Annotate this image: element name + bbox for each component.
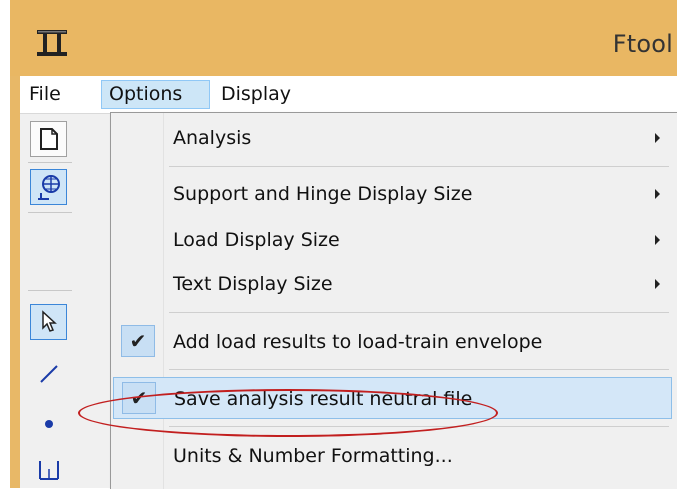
menu-item-support-hinge-size[interactable]: Support and Hinge Display Size [113,173,672,215]
toolbar-divider [28,290,72,291]
menu-item-label: Units & Number Formatting... [173,445,453,467]
node-point-icon [44,420,53,428]
new-file-icon [39,128,58,150]
menu-item-save-neutral-file[interactable]: ✔ Save analysis result neutral file [113,377,672,419]
menu-item-units-number-formatting[interactable]: Units & Number Formatting... [113,435,672,477]
menu-options[interactable]: Options [101,80,210,109]
menu-item-label: Save analysis result neutral file [174,388,473,410]
checkmark-icon: ✔ [121,325,155,357]
menu-separator [169,369,669,370]
menu-item-label: Add load results to load-train envelope [173,331,543,353]
client-area: File Options Display Analysis Support an… [20,76,677,489]
menu-display[interactable]: Display [214,80,314,109]
submenu-arrow-icon [655,133,660,143]
grid-snap-button[interactable] [30,169,67,205]
menu-item-label: Analysis [173,127,252,149]
menu-item-label: Text Display Size [173,273,333,295]
menu-separator [169,166,669,167]
left-toolbar [20,114,116,488]
submenu-arrow-icon [655,189,660,199]
draw-line-button[interactable] [30,356,67,392]
app-window: Ftool File Options Display Analysis Supp… [10,0,677,489]
menu-item-label: Support and Hinge Display Size [173,183,473,205]
menu-item-add-load-results[interactable]: ✔ Add load results to load-train envelop… [113,321,672,363]
draw-line-icon [39,365,58,383]
menu-file[interactable]: File [22,80,100,109]
submenu-arrow-icon [655,235,660,245]
menu-item-text-display-size[interactable]: Text Display Size [113,263,672,305]
menu-separator [169,426,669,427]
toolbar-divider [28,162,72,163]
grid-snap-icon [37,175,60,200]
options-dropdown-menu: Analysis Support and Hinge Display Size … [110,112,677,489]
toolbar-divider [28,212,72,213]
window-title: Ftool [612,30,673,58]
ftool-icon [37,30,67,56]
menu-item-analysis[interactable]: Analysis [113,117,672,159]
select-arrow-icon [41,310,57,332]
node-button[interactable] [30,406,67,442]
title-bar[interactable]: Ftool [10,0,677,76]
menu-item-load-display-size[interactable]: Load Display Size [113,219,672,261]
menu-item-label: Load Display Size [173,229,340,251]
new-file-button[interactable] [30,121,67,157]
select-button[interactable] [30,304,67,340]
support-button[interactable] [30,452,67,488]
checkmark-icon: ✔ [122,382,156,414]
menu-bar: File Options Display [20,76,677,114]
submenu-arrow-icon [655,279,660,289]
menu-separator [169,312,669,313]
support-icon [38,461,59,480]
